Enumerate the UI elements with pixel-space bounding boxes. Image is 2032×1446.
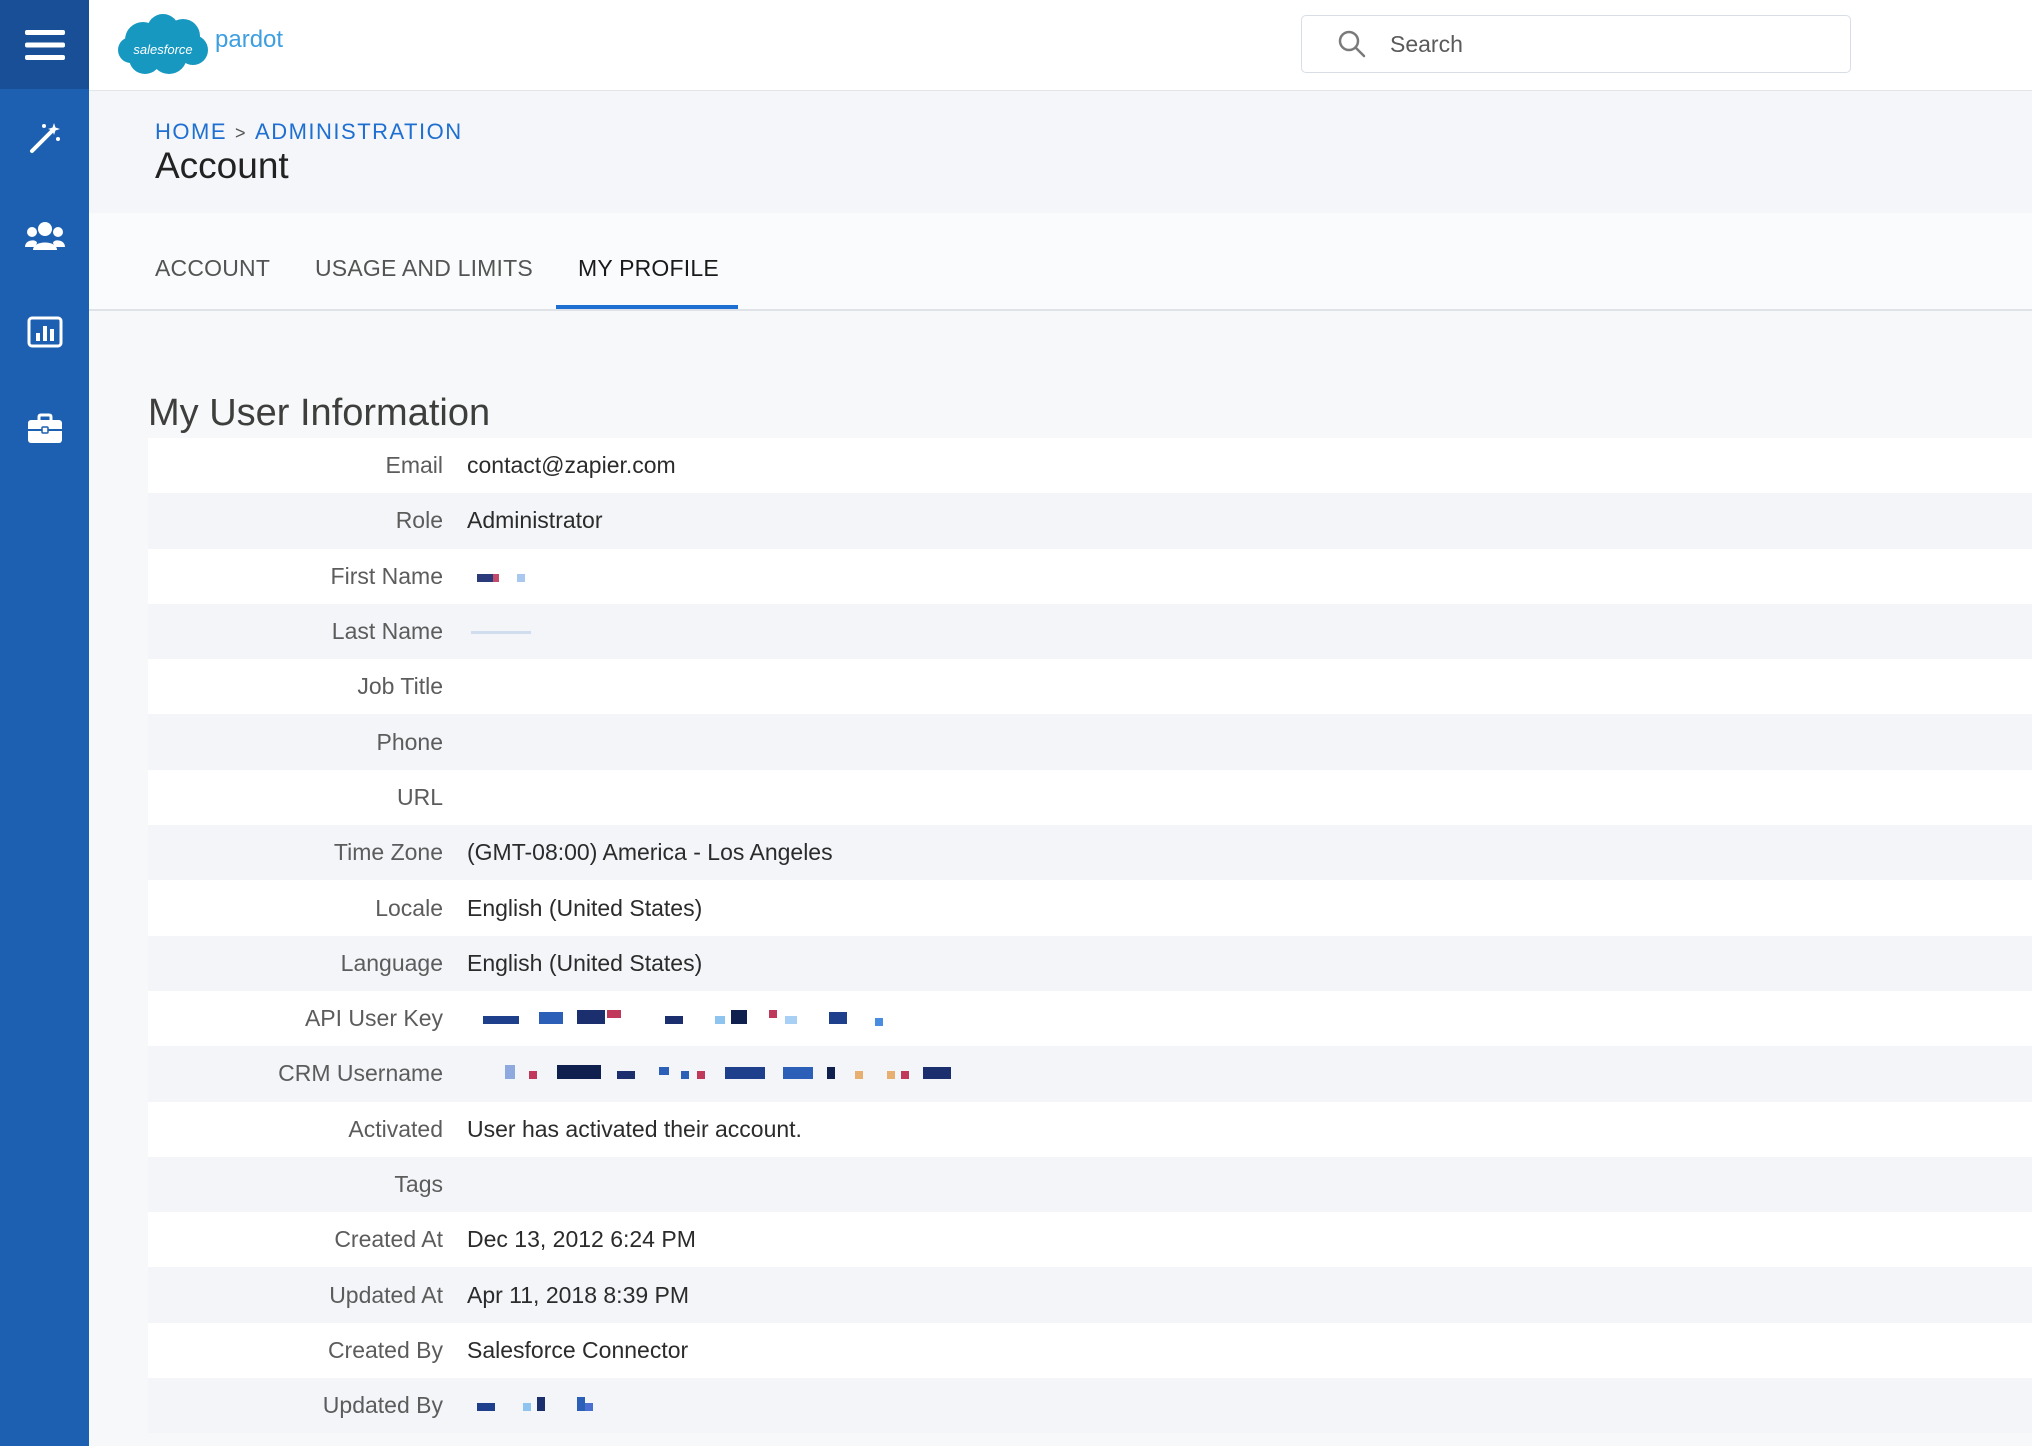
tab-usage-and-limits[interactable]: USAGE AND LIMITS [315, 255, 533, 282]
field-value: English (United States) [467, 894, 703, 921]
briefcase-icon [27, 413, 62, 443]
field-value: User has activated their account. [467, 1115, 802, 1142]
field-label: Last Name [331, 618, 443, 645]
field-row-url: URL [148, 769, 2032, 826]
pardot-logo[interactable]: salesforce pardot [117, 12, 283, 78]
field-label: CRM Username [278, 1060, 443, 1087]
field-row-phone: Phone [148, 714, 2032, 770]
field-row-last-name: Last Name [148, 603, 2032, 660]
field-label: Locale [375, 894, 443, 921]
brand-name: pardot [215, 26, 284, 53]
tab-bar: ACCOUNT USAGE AND LIMITS MY PROFILE [89, 213, 2032, 311]
field-label: First Name [330, 562, 443, 589]
nav-marketing-button[interactable] [0, 89, 89, 186]
field-row-crm-username: CRM Username [148, 1046, 2032, 1102]
field-row-role: Role Administrator [148, 493, 2032, 549]
tab-my-profile[interactable]: MY PROFILE [578, 255, 719, 282]
reports-icon [27, 316, 62, 347]
field-value-redacted [467, 563, 527, 590]
search-box[interactable] [1301, 15, 1851, 73]
field-row-email: Email contact@zapier.com [148, 438, 2032, 494]
breadcrumb-separator: > [235, 123, 248, 143]
menu-button[interactable] [0, 0, 89, 89]
field-label: Created By [327, 1336, 443, 1363]
field-label: Language [340, 949, 443, 976]
field-label: Updated At [329, 1281, 443, 1308]
field-value-redacted [467, 1005, 917, 1032]
tab-account[interactable]: ACCOUNT [155, 255, 270, 282]
field-row-language: Language English (United States) [148, 935, 2032, 991]
field-label: Updated By [322, 1392, 443, 1419]
field-row-job-title: Job Title [148, 659, 2032, 715]
field-row-api-user-key: API User Key [148, 990, 2032, 1047]
field-label: URL [396, 783, 443, 810]
menu-icon [24, 29, 65, 60]
field-label: Activated [348, 1115, 443, 1142]
salesforce-cloud-logo: salesforce [118, 14, 208, 74]
breadcrumb-admin-link[interactable]: ADMINISTRATION [255, 119, 463, 144]
svg-text:salesforce: salesforce [133, 42, 192, 57]
field-row-locale: Locale English (United States) [148, 880, 2032, 936]
search-icon [1338, 30, 1366, 58]
field-value: Administrator [467, 507, 603, 534]
field-value-redacted [467, 1060, 1027, 1087]
users-icon [24, 221, 65, 250]
field-row-updated-at: Updated At Apr 11, 2018 8:39 PM [148, 1267, 2032, 1323]
field-value: Dec 13, 2012 6:24 PM [467, 1226, 696, 1253]
top-header: salesforce pardot [89, 0, 2032, 91]
field-value: English (United States) [467, 949, 703, 976]
field-label: Email [385, 452, 443, 479]
field-row-updated-by: Updated By [148, 1378, 2032, 1434]
field-row-tags: Tags [148, 1156, 2032, 1213]
left-nav-rail [0, 0, 89, 1446]
nav-prospects-button[interactable] [0, 186, 89, 283]
section-title: My User Information [148, 391, 491, 434]
field-row-first-name: First Name [148, 548, 2032, 604]
field-row-time-zone: Time Zone (GMT-08:00) America - Los Ange… [148, 825, 2032, 881]
field-value: (GMT-08:00) America - Los Angeles [467, 839, 833, 866]
field-value: Salesforce Connector [467, 1336, 689, 1363]
magic-wand-icon [29, 122, 60, 153]
field-label: Phone [376, 728, 443, 755]
nav-reports-button[interactable] [0, 283, 89, 380]
page-title: Account [155, 145, 289, 186]
field-value-redacted [467, 1392, 607, 1419]
field-row-created-at: Created At Dec 13, 2012 6:24 PM [148, 1212, 2032, 1268]
field-label: Time Zone [333, 839, 443, 866]
field-row-created-by: Created By Salesforce Connector [148, 1322, 2032, 1379]
field-label: Job Title [357, 673, 443, 700]
field-value: contact@zapier.com [467, 452, 676, 479]
field-label: Role [395, 507, 443, 534]
field-row-activated: Activated User has activated their accou… [148, 1101, 2032, 1157]
user-info-table: Email contact@zapier.com Role Administra… [148, 438, 2032, 1434]
field-value: Apr 11, 2018 8:39 PM [467, 1281, 690, 1308]
field-label: API User Key [304, 1005, 443, 1032]
field-label: Created At [334, 1226, 443, 1253]
breadcrumb-home-link[interactable]: HOME [155, 119, 227, 144]
field-value-redacted [467, 618, 537, 645]
page-header: HOME > ADMINISTRATION Account [89, 91, 2032, 213]
search-input[interactable] [1388, 29, 1812, 59]
breadcrumb: HOME > ADMINISTRATION [155, 119, 463, 145]
active-tab-indicator [556, 305, 738, 309]
field-label: Tags [394, 1171, 443, 1197]
nav-admin-button[interactable] [0, 380, 89, 477]
